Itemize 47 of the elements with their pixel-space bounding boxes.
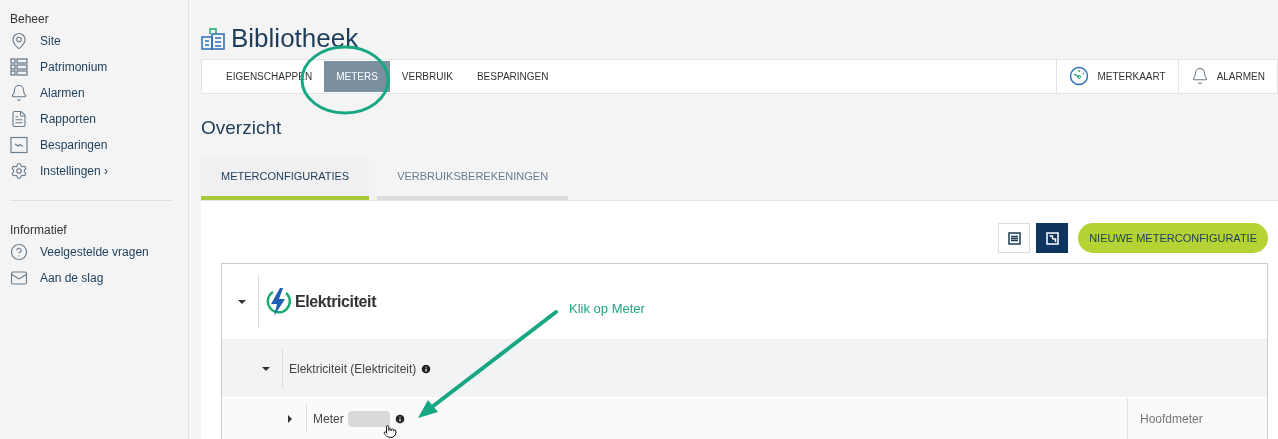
tab-action[interactable]: ALARMEN [1177, 59, 1277, 93]
row-label: Meter [313, 410, 344, 428]
info-icon [420, 362, 433, 375]
tab[interactable]: VERBRUIK [389, 59, 465, 93]
info-icon [393, 412, 406, 425]
tab[interactable]: BESPARINGEN [464, 59, 561, 93]
sidebar-item[interactable]: Besparingen [10, 132, 172, 158]
hand-cursor-icon [383, 424, 397, 439]
bell-icon [10, 84, 28, 102]
expand-icon [1045, 231, 1059, 245]
annotation-text: Klik op Meter [569, 300, 645, 318]
caret-icon[interactable] [286, 414, 294, 423]
sidebar-item[interactable]: Instellingen › [10, 158, 172, 184]
tree-row[interactable]: Meter Hoofdmeter [222, 397, 1267, 439]
lightning-logo-icon [265, 286, 291, 317]
subtab[interactable]: METERCONFIGURATIES [201, 157, 370, 200]
caret-icon[interactable] [262, 364, 270, 373]
section-heading: Informatief [10, 222, 68, 239]
trend-down-icon [10, 136, 28, 154]
new-configuration-button[interactable]: NIEUWE METERCONFIGURATIE [1078, 223, 1268, 253]
sidebar-item[interactable]: Site [10, 28, 172, 54]
row-label: Elektriciteit (Elektriciteit) [289, 360, 417, 378]
document-icon [10, 110, 28, 128]
grid-list-icon [10, 58, 28, 76]
row-label: Elektriciteit [295, 291, 377, 312]
section-title: Overzicht [201, 118, 283, 137]
gauge-icon [1069, 66, 1090, 87]
bell-icon [1190, 67, 1209, 86]
caret-icon[interactable] [238, 297, 246, 306]
sidebar-item[interactable]: Aan de slag [10, 265, 172, 291]
location-pin-icon [10, 32, 28, 50]
list-view-button[interactable] [998, 223, 1031, 253]
page-title: Bibliotheek [231, 24, 359, 51]
sidebar-item[interactable]: Veelgestelde vragen [10, 239, 172, 265]
mail-icon [10, 269, 28, 287]
help-icon [10, 243, 28, 261]
tab-action[interactable]: METERKAART [1056, 59, 1178, 93]
building-icon [201, 25, 225, 50]
tree-view-button[interactable] [1036, 223, 1069, 253]
list-icon [1007, 231, 1021, 245]
sidebar-item[interactable]: Alarmen [10, 80, 172, 106]
sidebar-item[interactable]: Rapporten [10, 106, 172, 132]
settings-icon [10, 162, 28, 180]
tree-row[interactable]: Elektriciteit (Elektriciteit) [222, 339, 1267, 397]
section-heading: Beheer [10, 11, 50, 28]
sidebar-item[interactable]: Patrimonium [10, 54, 172, 80]
meter-type: Hoofdmeter [1139, 410, 1203, 428]
